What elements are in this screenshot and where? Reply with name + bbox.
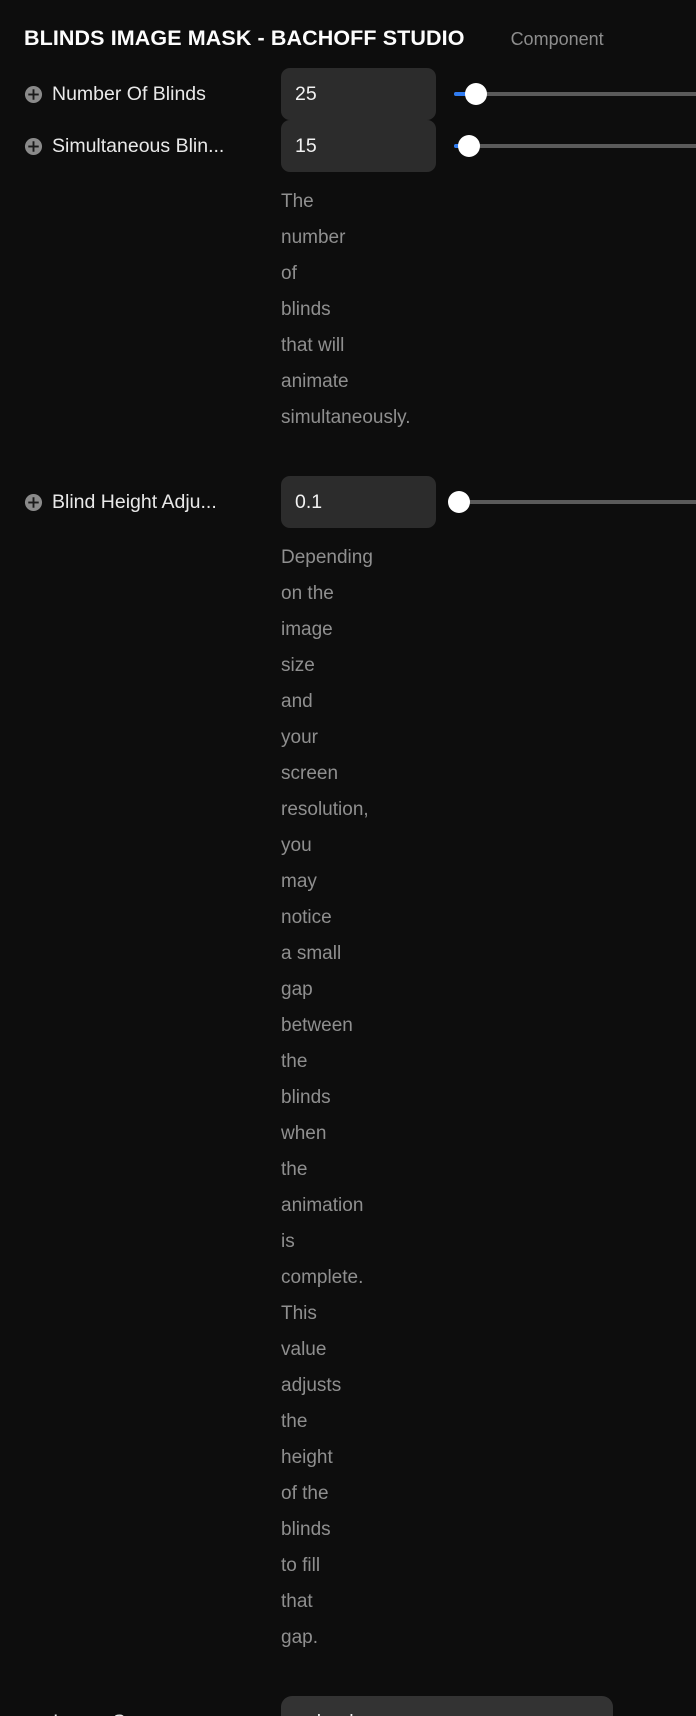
label-number-of-blinds: Number Of Blinds <box>24 83 281 106</box>
field-label: Number Of Blinds <box>52 82 206 105</box>
field-label: Simultaneous Blin... <box>52 134 225 157</box>
label-blind-height-adjust: Blind Height Adju... <box>24 491 281 514</box>
label-image-source: Image Source <box>24 1711 281 1716</box>
plus-circle-icon[interactable] <box>24 85 43 104</box>
control-simultaneous-blinds: 15 <box>281 120 696 172</box>
slider-thumb[interactable] <box>448 491 470 513</box>
blind-height-adjust-slider[interactable] <box>448 476 696 528</box>
slider-track <box>454 92 696 96</box>
image-source-value: upload <box>295 1711 354 1716</box>
field-row-image-source: Image Source upload <box>0 1696 696 1716</box>
control-image-source: upload <box>281 1696 696 1716</box>
simultaneous-blinds-input[interactable]: 15 <box>281 120 436 172</box>
field-label: Blind Height Adju... <box>52 490 217 513</box>
simultaneous-blinds-slider[interactable] <box>454 120 696 172</box>
plus-circle-icon[interactable] <box>24 493 43 512</box>
image-source-select[interactable]: upload <box>281 1696 613 1716</box>
plus-circle-icon[interactable] <box>24 137 43 156</box>
control-number-of-blinds: 25 <box>281 68 696 120</box>
slider-thumb[interactable] <box>457 135 480 157</box>
slider-track <box>454 500 696 504</box>
label-simultaneous-blinds: Simultaneous Blin... <box>24 135 281 158</box>
slider-thumb[interactable] <box>464 83 487 105</box>
component-properties-panel: BLINDS IMAGE MASK - BACHOFF STUDIO Compo… <box>0 0 696 1716</box>
panel-header: BLINDS IMAGE MASK - BACHOFF STUDIO Compo… <box>0 0 696 68</box>
number-of-blinds-slider[interactable] <box>454 68 696 120</box>
control-blind-height-adjust: 0.1 <box>281 476 696 528</box>
field-row-simultaneous-blinds: Simultaneous Blin... 15 <box>0 120 696 172</box>
help-simultaneous-blinds: The number of blinds that will animate s… <box>281 191 411 428</box>
page-title: BLINDS IMAGE MASK - BACHOFF STUDIO <box>24 26 465 50</box>
number-of-blinds-input[interactable]: 25 <box>281 68 436 120</box>
blind-height-adjust-input[interactable]: 0.1 <box>281 476 436 528</box>
slider-track <box>454 144 696 148</box>
field-row-number-of-blinds: Number Of Blinds 25 <box>0 68 696 120</box>
field-label: Image Source <box>53 1711 174 1716</box>
field-row-blind-height-adjust: Blind Height Adju... 0.1 <box>0 476 696 528</box>
help-blind-height-adjust: Depending on the image size and your scr… <box>281 547 373 1648</box>
component-kind-label: Component <box>510 29 604 49</box>
